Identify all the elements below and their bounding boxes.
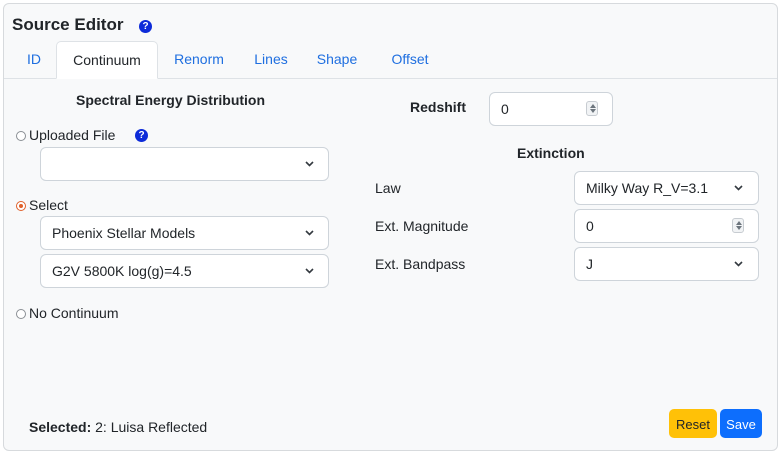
radio-select[interactable] <box>16 201 26 211</box>
tab-offset[interactable]: Offset <box>376 41 444 79</box>
tab-lines[interactable]: Lines <box>244 41 298 79</box>
spectrum-select[interactable]: G2V 5800K log(g)=4.5 <box>40 254 329 288</box>
tab-id[interactable]: ID <box>12 41 56 79</box>
uploaded-file-label: Uploaded File <box>29 127 116 143</box>
ext-bandpass-select[interactable]: J <box>574 247 759 281</box>
source-editor-panel: Source Editor ? ID Continuum Renorm Line… <box>3 3 778 451</box>
uploaded-file-select[interactable] <box>40 147 329 181</box>
radio-no-continuum[interactable] <box>16 309 26 319</box>
tab-renorm[interactable]: Renorm <box>162 41 236 79</box>
spinner-icon[interactable] <box>586 101 598 116</box>
ext-bandpass-label: Ext. Bandpass <box>375 256 466 272</box>
ext-magnitude-label: Ext. Magnitude <box>375 218 469 234</box>
page-title: Source Editor <box>12 15 124 34</box>
law-select[interactable]: Milky Way R_V=3.1 <box>574 171 759 205</box>
radio-uploaded-file[interactable] <box>16 131 26 141</box>
question-circle-icon[interactable]: ? <box>135 129 148 142</box>
redshift-label: Redshift <box>410 99 466 115</box>
tab-continuum[interactable]: Continuum <box>56 41 158 79</box>
chevron-down-icon <box>305 230 314 236</box>
chevron-down-icon <box>305 161 314 167</box>
spinner-icon[interactable] <box>732 218 744 233</box>
selected-label: Selected: <box>29 419 92 435</box>
tab-shape[interactable]: Shape <box>306 41 368 79</box>
reset-button[interactable]: Reset <box>669 409 717 438</box>
model-select[interactable]: Phoenix Stellar Models <box>40 216 329 250</box>
chevron-down-icon <box>734 261 743 267</box>
extinction-heading: Extinction <box>517 145 585 161</box>
selected-value: 2: Luisa Reflected <box>95 419 208 435</box>
selected-source: Selected: 2: Luisa Reflected <box>29 419 207 435</box>
sed-heading: Spectral Energy Distribution <box>76 92 266 108</box>
chevron-down-icon <box>305 268 314 274</box>
law-label: Law <box>375 180 401 196</box>
chevron-down-icon <box>734 185 743 191</box>
save-button[interactable]: Save <box>720 409 762 438</box>
tab-bar: ID Continuum Renorm Lines Shape Offset <box>4 41 777 79</box>
select-label: Select <box>29 197 68 213</box>
no-continuum-label: No Continuum <box>29 305 119 321</box>
question-circle-icon[interactable]: ? <box>139 20 152 33</box>
